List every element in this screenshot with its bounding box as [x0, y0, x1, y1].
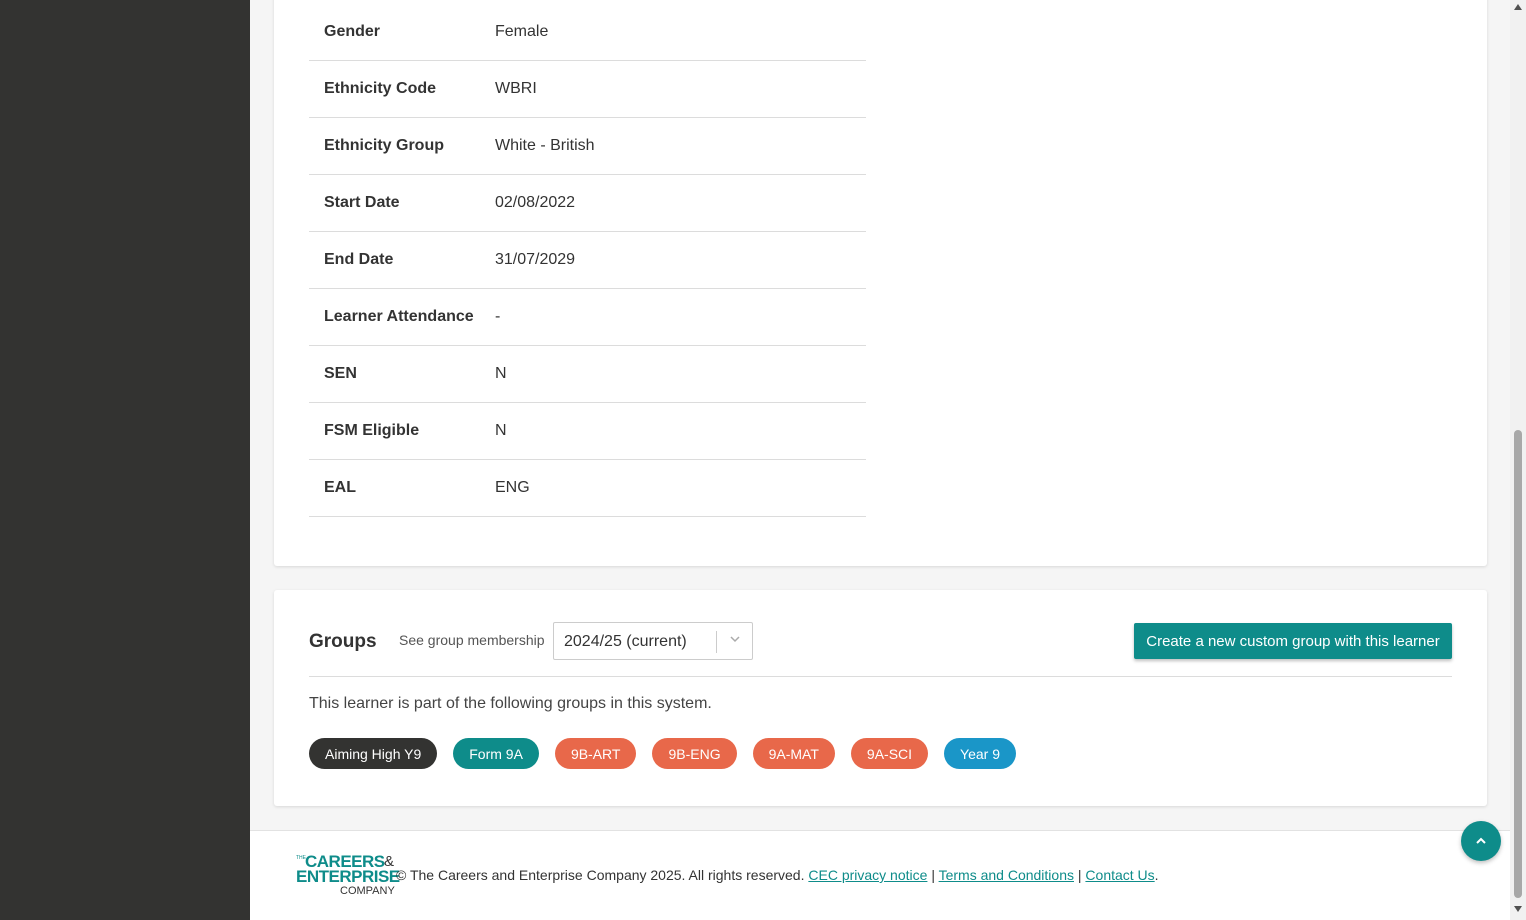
groups-title: Groups: [309, 631, 377, 652]
details-row-value: N: [495, 422, 507, 439]
group-chip[interactable]: Year 9: [944, 738, 1017, 769]
details-row: Start Date 02/08/2022: [309, 175, 866, 232]
details-row-value: White - British: [495, 137, 595, 154]
details-row-value: -: [495, 308, 501, 325]
details-row: Gender Female: [309, 4, 866, 61]
details-row: SEN N: [309, 346, 866, 403]
details-row-label: Ethnicity Code: [324, 80, 437, 97]
details-row-value: 31/07/2029: [495, 251, 576, 268]
scroll-down-arrow-icon[interactable]: [1514, 906, 1522, 912]
chevron-up-icon: [1476, 837, 1486, 844]
details-row-label: Learner Attendance: [324, 308, 474, 325]
details-row: Ethnicity Group White - British: [309, 118, 866, 175]
academic-year-value: 2024/25 (current): [564, 633, 687, 650]
details-row-label: End Date: [324, 251, 394, 268]
main-content: Gender Female Ethnicity Code WBRI Ethnicity …: [250, 0, 1510, 920]
scrollbar-thumb[interactable]: [1514, 430, 1522, 898]
details-row-label: Gender: [324, 23, 381, 40]
group-chips: Aiming High Y9 Form 9A 9B-ART 9B-ENG 9A-MAT 9…: [309, 738, 1032, 769]
learner-details-table: Gender Female Ethnicity Code WBRI Ethnicity …: [309, 4, 866, 517]
logo-enterprise: ENTERPRISE: [296, 867, 400, 886]
privacy-notice-link[interactable]: CEC privacy notice: [808, 867, 927, 883]
contact-us-link[interactable]: Contact Us: [1085, 867, 1154, 883]
details-row-value: ENG: [495, 479, 530, 496]
academic-year-select[interactable]: 2024/25 (current): [553, 622, 753, 660]
details-row: Learner Attendance -: [309, 289, 866, 346]
groups-description: This learner is part of the following gr…: [309, 695, 712, 712]
details-row-value: N: [495, 365, 507, 382]
details-row-label: Ethnicity Group: [324, 137, 444, 154]
back-to-top-button[interactable]: [1461, 821, 1501, 861]
groups-card: Groups See group membership 2024/25 (cur…: [274, 590, 1487, 806]
details-row-label: SEN: [324, 365, 357, 382]
footer: THE CAREERS & ENTERPRISE COMPANY © The C…: [250, 830, 1510, 920]
group-chip[interactable]: 9A-MAT: [752, 738, 835, 769]
details-row: FSM Eligible N: [309, 403, 866, 460]
create-custom-group-button[interactable]: Create a new custom group with this lear…: [1134, 623, 1452, 659]
group-chip[interactable]: Aiming High Y9: [309, 738, 438, 769]
footer-separator: |: [931, 867, 935, 883]
select-separator: [716, 631, 717, 653]
groups-divider: [309, 676, 1452, 677]
details-row-value: Female: [495, 23, 549, 40]
details-row-value: 02/08/2022: [495, 194, 576, 211]
group-chip[interactable]: 9B-ENG: [652, 738, 737, 769]
learner-details-card: Gender Female Ethnicity Code WBRI Ethnicity …: [274, 0, 1487, 566]
details-row-label: EAL: [324, 479, 356, 496]
footer-separator: |: [1077, 867, 1082, 883]
scroll-up-arrow-icon[interactable]: [1514, 4, 1522, 10]
group-chip[interactable]: 9B-ART: [554, 738, 637, 769]
logo-the: THE: [296, 855, 306, 861]
sidebar: [0, 0, 250, 920]
group-chip[interactable]: 9A-SCI: [850, 738, 929, 769]
details-row-label: Start Date: [324, 194, 400, 211]
details-row-label: FSM Eligible: [324, 422, 420, 439]
cec-logo[interactable]: THE CAREERS & ENTERPRISE COMPANY: [296, 853, 400, 899]
group-chip[interactable]: Form 9A: [453, 738, 539, 769]
terms-link[interactable]: Terms and Conditions: [939, 867, 1074, 883]
logo-company: COMPANY: [340, 885, 395, 897]
chevron-down-icon[interactable]: [728, 632, 742, 646]
details-row: EAL ENG: [309, 460, 866, 517]
footer-text: © The Careers and Enterprise Company 202…: [396, 867, 1159, 883]
footer-period: .: [1154, 867, 1159, 883]
see-group-membership-label: See group membership: [399, 632, 545, 648]
details-row: End Date 31/07/2029: [309, 232, 866, 289]
details-row: Ethnicity Code WBRI: [309, 61, 866, 118]
scrollbar[interactable]: [1510, 0, 1526, 920]
details-row-value: WBRI: [495, 80, 537, 97]
copyright-text: © The Careers and Enterprise Company 202…: [396, 867, 805, 883]
